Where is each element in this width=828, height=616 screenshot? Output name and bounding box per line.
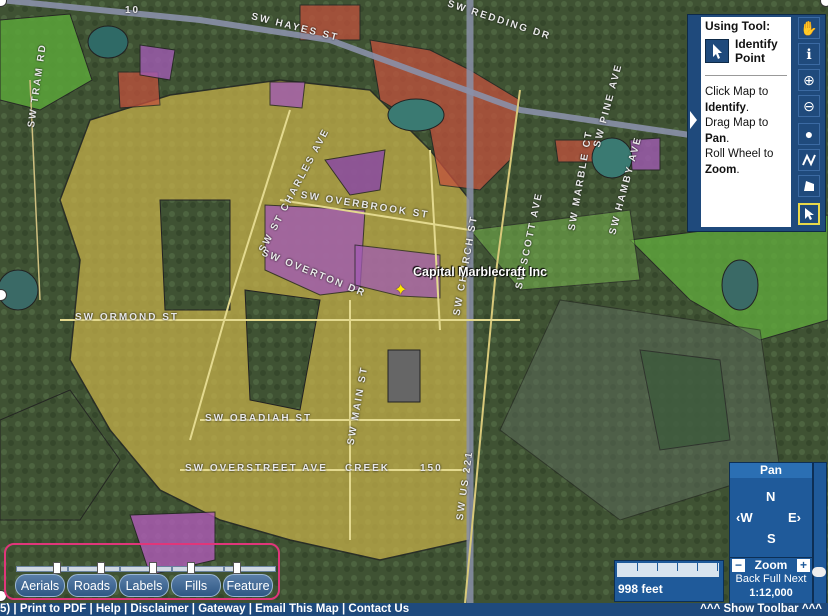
pan-hand-icon[interactable]: ✋: [798, 17, 820, 39]
street-label: CREEK: [345, 463, 391, 474]
aerials-opacity-slider[interactable]: [16, 562, 68, 574]
feature-label: Capital Marblecraft Inc: [413, 265, 548, 279]
point-select-icon[interactable]: ●: [798, 123, 820, 145]
zoom-slider[interactable]: [812, 462, 827, 605]
pan-north-button[interactable]: N: [766, 489, 775, 504]
fills-opacity-slider[interactable]: [172, 562, 224, 574]
street-label: SW OBADIAH ST: [205, 413, 313, 424]
roads-button[interactable]: Roads: [67, 574, 117, 597]
zoom-in-button[interactable]: +: [797, 559, 810, 572]
help-line: Roll Wheel to Zoom.: [705, 148, 774, 176]
info-icon[interactable]: ℹ: [798, 43, 820, 65]
scale-ruler: [617, 563, 719, 577]
pan-east-button[interactable]: E›: [788, 510, 801, 525]
show-toolbar-link[interactable]: ^^^ Show Toolbar ^^^: [700, 603, 822, 616]
zoom-out-icon[interactable]: ⊖: [798, 95, 820, 117]
street-label: SW ORMOND ST: [75, 312, 179, 323]
collapse-panel-icon[interactable]: [690, 111, 697, 129]
bottom-bar: 5) | Print to PDF | Help | Disclaimer | …: [0, 603, 828, 616]
zoom-control: − Zoom + Back Full Next 1:12,000: [729, 557, 813, 605]
identify-point-icon: [705, 39, 729, 63]
fills-button[interactable]: Fills: [171, 574, 221, 597]
tool-name: Identify Point: [735, 37, 778, 65]
aerials-button[interactable]: Aerials: [15, 574, 65, 597]
scale-bar: 998 feet: [614, 560, 724, 602]
tool-panel: Using Tool: Identify Point Click Map to …: [687, 14, 826, 232]
labels-opacity-slider[interactable]: [120, 562, 172, 574]
line-select-icon[interactable]: [798, 149, 820, 171]
labels-button[interactable]: Labels: [119, 574, 169, 597]
zoom-title: Zoom: [754, 558, 788, 572]
help-line: Drag Map to Pan.: [705, 117, 769, 145]
help-line: Click Map to Identify.: [705, 86, 769, 114]
street-label: 150: [420, 463, 443, 474]
polygon-select-icon[interactable]: [798, 175, 820, 197]
tool-help: Click Map to Identify. Drag Map to Pan. …: [705, 85, 773, 178]
identify-marker-icon: ✦: [394, 282, 408, 299]
street-label: SW OVERSTREET AVE: [185, 463, 328, 474]
bottom-links[interactable]: 5) | Print to PDF | Help | Disclaimer | …: [0, 603, 409, 616]
pan-south-button[interactable]: S: [767, 531, 776, 546]
zoom-row: − Zoom +: [730, 558, 812, 573]
zoom-slider-handle[interactable]: [812, 567, 826, 577]
tool-info: Using Tool: Identify Point Click Map to …: [701, 17, 791, 227]
pan-control: Pan N ‹W E› S: [729, 462, 813, 559]
map-scale: 1:12,000: [749, 587, 793, 599]
zoom-out-button[interactable]: −: [732, 559, 745, 572]
roads-opacity-slider[interactable]: [68, 562, 120, 574]
divider: [705, 75, 787, 76]
zoom-nav-links[interactable]: Back Full Next: [730, 573, 812, 586]
zoom-in-icon[interactable]: ⊕: [798, 69, 820, 91]
route-shield: 10: [125, 5, 141, 16]
scale-label: 998 feet: [618, 582, 663, 596]
feature-opacity-slider[interactable]: [224, 562, 276, 574]
pan-title: Pan: [730, 463, 812, 478]
feature-button[interactable]: Feature: [223, 574, 273, 597]
tool-heading: Using Tool:: [705, 19, 771, 33]
pan-west-button[interactable]: ‹W: [736, 510, 753, 525]
identify-arrow-icon[interactable]: [798, 203, 820, 225]
